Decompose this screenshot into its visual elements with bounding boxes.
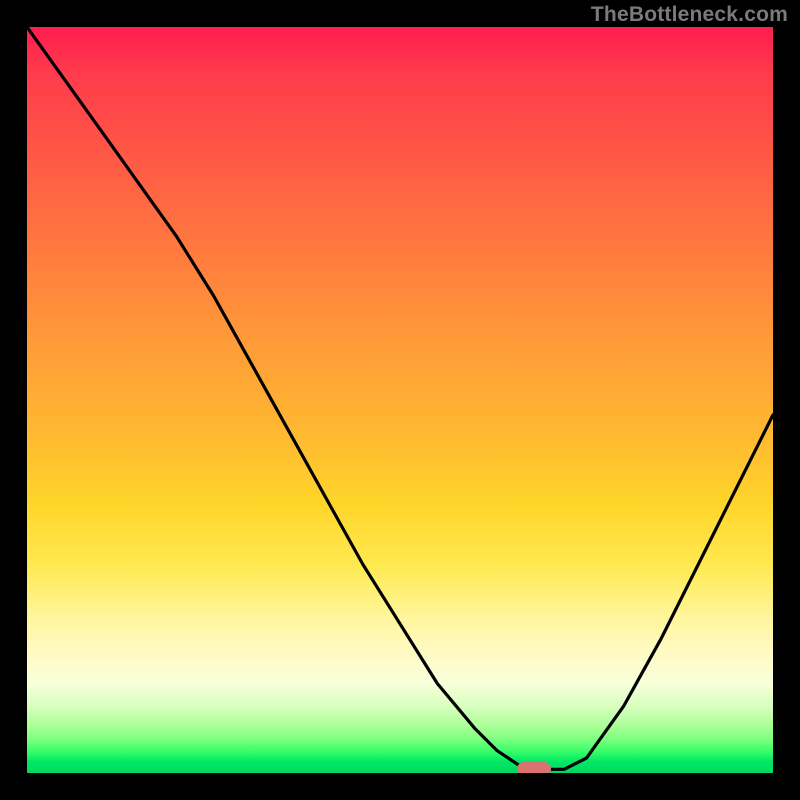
- watermark-text: TheBottleneck.com: [591, 3, 788, 27]
- plot-area: [27, 27, 773, 773]
- chart-frame: TheBottleneck.com: [0, 0, 800, 800]
- optimal-marker: [517, 762, 551, 773]
- bottleneck-curve: [27, 27, 773, 773]
- curve-path: [27, 27, 773, 769]
